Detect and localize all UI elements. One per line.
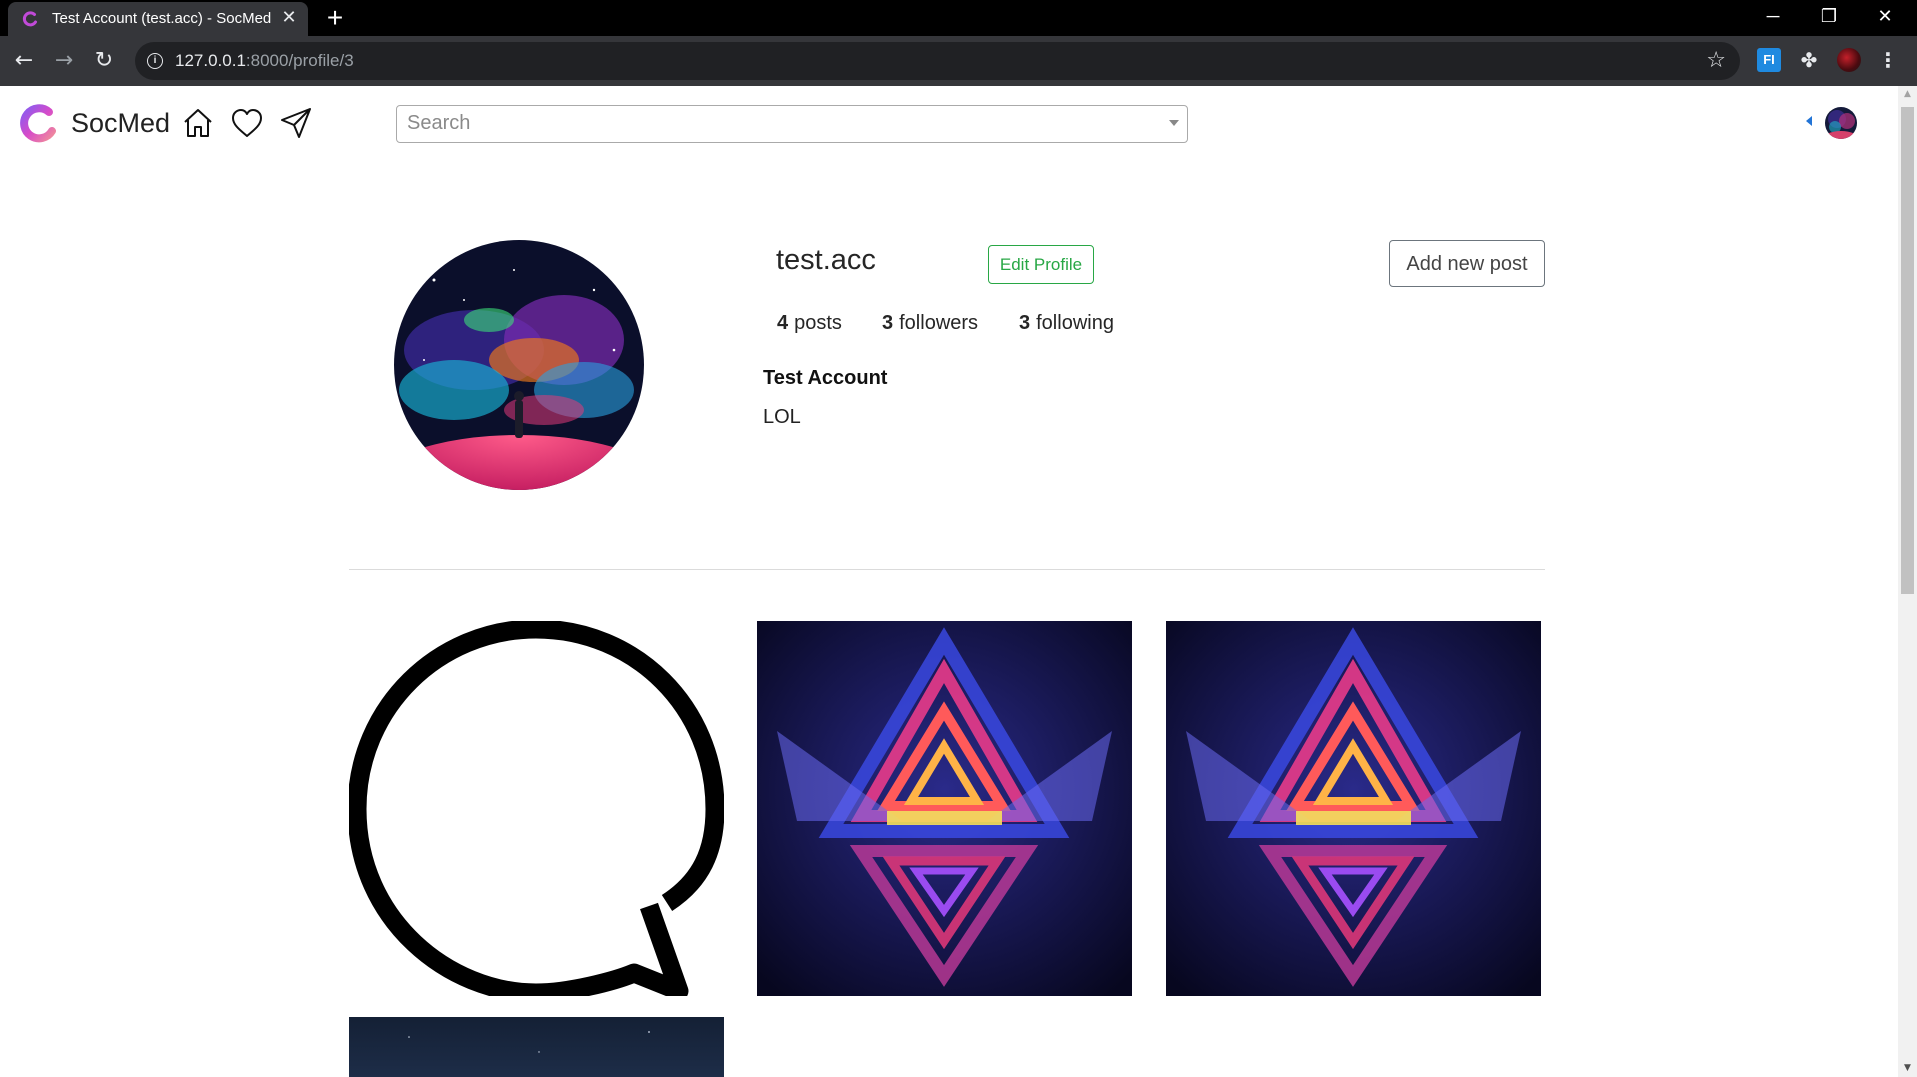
scroll-up-icon[interactable]: ▲	[1898, 86, 1917, 103]
neon-triangles-image	[757, 621, 1132, 996]
browser-tab[interactable]: Test Account (test.acc) - SocMed ✕	[8, 2, 308, 36]
extension-fi-icon[interactable]: FI	[1757, 48, 1781, 72]
posts-stat: 4 posts	[777, 312, 842, 334]
browser-tabstrip: Test Account (test.acc) - SocMed ✕ + ─ ❐…	[0, 0, 1917, 36]
profile-picture	[394, 240, 644, 490]
search-select[interactable]	[396, 105, 1188, 143]
browser-profile-avatar[interactable]	[1837, 48, 1861, 72]
reload-icon[interactable]: ↻	[90, 47, 118, 75]
avatar-image	[1825, 107, 1857, 139]
post-thumbnail[interactable]	[757, 621, 1132, 996]
minimize-icon[interactable]: ─	[1745, 0, 1801, 32]
profile-username: test.acc	[776, 244, 876, 276]
chevron-down-icon[interactable]	[1169, 120, 1179, 126]
chat-bubble-icon	[349, 621, 724, 996]
home-icon[interactable]	[181, 106, 215, 140]
send-icon[interactable]	[279, 106, 313, 140]
puzzle-icon[interactable]: ✤	[1797, 48, 1821, 72]
caret-left-icon[interactable]	[1806, 116, 1812, 126]
socmed-favicon-icon	[22, 11, 37, 27]
scroll-down-icon[interactable]: ▼	[1898, 1060, 1917, 1077]
post-thumbnail[interactable]	[1166, 621, 1541, 996]
arrow-left-icon[interactable]: ←	[10, 47, 38, 75]
heart-icon[interactable]	[230, 106, 264, 140]
following-stat[interactable]: 3 following	[1019, 312, 1114, 335]
socmed-logo-icon	[20, 104, 56, 143]
user-avatar[interactable]	[1825, 107, 1857, 139]
scroll-thumb[interactable]	[1901, 107, 1914, 594]
brand-link[interactable]: SocMed	[18, 101, 170, 145]
edit-profile-button[interactable]: Edit Profile	[988, 245, 1094, 284]
arrow-right-icon[interactable]: →	[50, 47, 78, 75]
tab-close-icon[interactable]: ✕	[278, 7, 300, 29]
followers-stat[interactable]: 3 followers	[882, 312, 978, 335]
profile-full-name: Test Account	[763, 367, 888, 389]
search-input[interactable]	[407, 110, 1147, 136]
brand-name: SocMed	[71, 107, 171, 138]
address-bar[interactable]: i 127.0.0.1:8000/profile/3 ☆	[135, 42, 1740, 80]
post-thumbnail[interactable]	[349, 621, 724, 996]
url-text[interactable]: 127.0.0.1:8000/profile/3	[175, 51, 354, 71]
window-close-icon[interactable]: ✕	[1857, 0, 1913, 32]
night-sky-image	[349, 1017, 724, 1077]
neon-triangles-image	[1166, 621, 1541, 996]
kebab-menu-icon[interactable]: ⋮	[1878, 48, 1898, 72]
page-scrollbar[interactable]: ▲ ▼	[1898, 86, 1917, 1077]
new-tab-icon[interactable]: +	[320, 3, 350, 33]
section-divider	[349, 569, 1545, 570]
add-new-post-button[interactable]: Add new post	[1389, 240, 1545, 287]
post-thumbnail[interactable]	[349, 1017, 724, 1077]
browser-toolbar: ← → ↻ i 127.0.0.1:8000/profile/3 ☆ FI ✤ …	[0, 36, 1917, 86]
tab-title: Test Account (test.acc) - SocMed	[52, 10, 272, 27]
restore-icon[interactable]: ❐	[1801, 0, 1857, 32]
profile-bio: LOL	[763, 406, 801, 428]
star-icon[interactable]: ☆	[1706, 48, 1726, 74]
site-info-icon[interactable]: i	[147, 53, 163, 69]
galaxy-art-image	[394, 240, 644, 490]
